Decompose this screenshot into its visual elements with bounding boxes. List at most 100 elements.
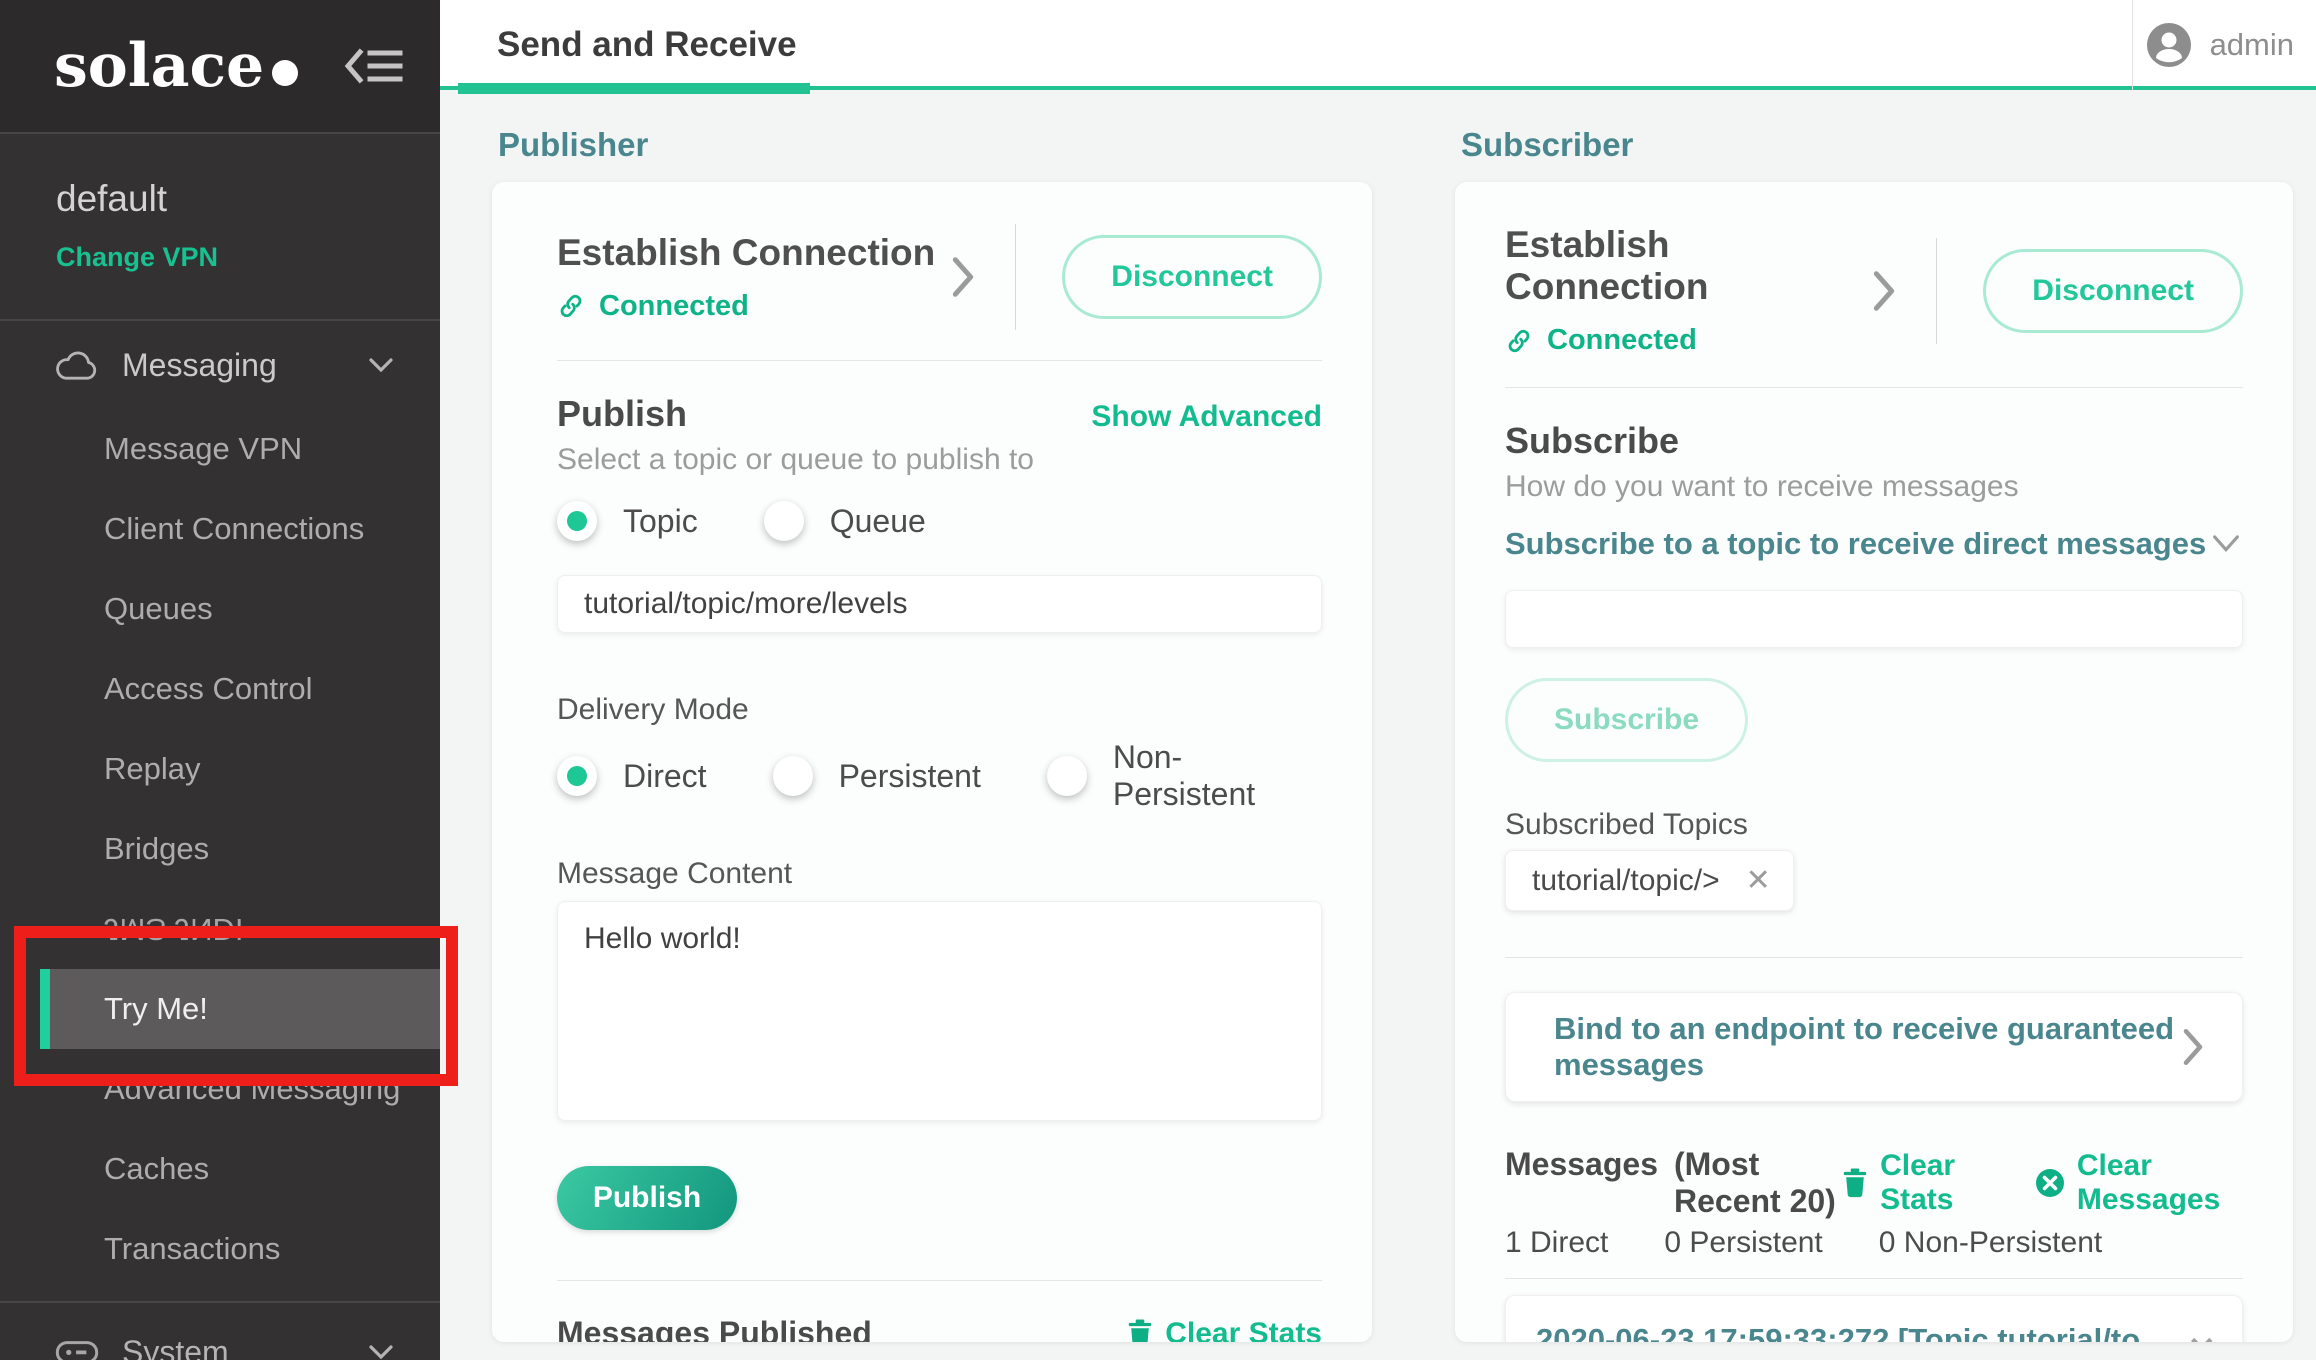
radio-label: Non-Persistent [1113, 739, 1322, 813]
clear-stats-label: Clear Stats [1165, 1317, 1322, 1343]
vpn-name: default [56, 178, 440, 220]
sidebar-item-jms-jndi[interactable]: JMS JNDI [0, 889, 440, 969]
publisher-connection-section: Establish Connection Connected [557, 182, 1322, 330]
user-menu[interactable]: admin [2146, 0, 2294, 90]
publisher-clear-stats-link[interactable]: Clear Stats [1127, 1317, 1322, 1343]
sidebar-section-messaging[interactable]: Messaging [0, 321, 440, 409]
subscriber-title: Subscriber [1461, 126, 2293, 162]
sidebar-item-queues[interactable]: Queues [0, 569, 440, 649]
subscriber-disconnect-button[interactable]: Disconnect [1983, 249, 2243, 333]
subscriber-panel: Subscriber Establish Connection Connecte… [1455, 126, 2293, 1342]
stat-non-persistent: 0 Non-Persistent [1879, 1226, 2102, 1260]
subscribe-type-dropdown[interactable]: Subscribe to a topic to receive direct m… [1505, 526, 2243, 562]
radio-direct[interactable]: Direct [557, 756, 707, 796]
radio-persistent[interactable]: Persistent [773, 756, 981, 796]
radio-button-icon[interactable] [773, 756, 813, 796]
radio-button-icon[interactable] [1047, 756, 1087, 796]
cloud-icon [54, 348, 100, 382]
sidebar-item-client-connections[interactable]: Client Connections [0, 489, 440, 569]
remove-topic-icon[interactable]: ✕ [1746, 863, 1771, 898]
publisher-stats-header: Messages Published Clear Stats [557, 1315, 1322, 1342]
publish-subtitle: Select a topic or queue to publish to [557, 443, 1322, 477]
sidebar-item-label: Client Connections [104, 511, 364, 547]
subscribe-topic-input[interactable] [1505, 590, 2243, 648]
logo-text: solace [54, 36, 264, 96]
header-divider [2132, 0, 2133, 90]
section-divider [557, 1280, 1322, 1281]
link-icon [1505, 327, 1533, 355]
sidebar-item-caches[interactable]: Caches [0, 1129, 440, 1209]
connection-status-label: Connected [599, 290, 749, 323]
collapse-sidebar-icon[interactable] [342, 44, 404, 88]
chevron-down-icon [366, 355, 396, 375]
publish-title: Publish [557, 393, 687, 435]
publisher-panel: Publisher Establish Connection Connected [492, 126, 1372, 1342]
sidebar-item-bridges[interactable]: Bridges [0, 809, 440, 889]
sidebar-section-system[interactable]: System [0, 1303, 440, 1360]
radio-button-icon[interactable] [764, 501, 804, 541]
chevron-right-icon[interactable] [1870, 268, 1898, 314]
messages-published-title: Messages Published [557, 1315, 872, 1342]
sidebar-system-block: System [0, 1301, 440, 1360]
clear-stats-label: Clear Stats [1880, 1149, 1993, 1217]
sidebar-item-transactions[interactable]: Transactions [0, 1209, 440, 1289]
messages-title: Messages (Most Recent 20) [1505, 1146, 1842, 1220]
publish-section-header: Publish Show Advanced [557, 393, 1322, 435]
radio-label: Direct [623, 758, 707, 795]
sidebar-item-label: Message VPN [104, 431, 302, 467]
subscribe-dropdown-label: Subscribe to a topic to receive direct m… [1505, 526, 2206, 562]
subscriber-connection-section: Establish Connection Connected [1505, 182, 2243, 357]
messages-title-text: Messages [1505, 1146, 1658, 1183]
user-name: admin [2210, 27, 2294, 63]
sidebar-item-label: Try Me! [104, 991, 208, 1027]
change-vpn-link[interactable]: Change VPN [56, 242, 440, 273]
connection-status: Connected [1505, 324, 1870, 357]
clear-messages-link[interactable]: Clear Messages [2035, 1149, 2243, 1217]
radio-label: Queue [830, 503, 926, 540]
delivery-mode-radio-group: Direct Persistent Non-Persistent [557, 739, 1322, 813]
establish-connection-title: Establish Connection [557, 232, 935, 274]
subscriber-card: Establish Connection Connected [1455, 182, 2293, 1342]
sidebar-item-label: Caches [104, 1151, 209, 1187]
radio-queue[interactable]: Queue [764, 501, 926, 541]
message-content-textarea[interactable]: Hello world! [557, 901, 1322, 1121]
chevron-right-icon [2180, 1026, 2206, 1068]
radio-non-persistent[interactable]: Non-Persistent [1047, 739, 1322, 813]
close-message-icon[interactable]: ✕ [2188, 1330, 2217, 1342]
stat-persistent: 0 Persistent [1664, 1226, 1822, 1260]
chevron-right-icon[interactable] [949, 254, 977, 300]
subscribe-button[interactable]: Subscribe [1505, 678, 1748, 762]
publish-topic-input[interactable] [557, 575, 1322, 633]
sidebar-item-try-me[interactable]: Try Me! [40, 969, 440, 1049]
radio-label: Persistent [839, 758, 981, 795]
radio-topic[interactable]: Topic [557, 501, 698, 541]
circle-x-icon [2035, 1168, 2065, 1198]
solace-logo: solace [54, 36, 298, 96]
sidebar-item-label: Replay [104, 751, 201, 787]
link-icon [557, 292, 585, 320]
trash-icon [1842, 1168, 1868, 1198]
sidebar-item-label: Bridges [104, 831, 209, 867]
radio-button-icon[interactable] [557, 501, 597, 541]
section-divider [1505, 1278, 2243, 1279]
subscribed-topics-label: Subscribed Topics [1505, 808, 2243, 844]
bind-endpoint-button[interactable]: Bind to an endpoint to receive guarantee… [1505, 992, 2243, 1102]
sidebar-item-replay[interactable]: Replay [0, 729, 440, 809]
delivery-mode-label: Delivery Mode [557, 693, 1322, 729]
radio-button-icon[interactable] [557, 756, 597, 796]
sidebar-item-access-control[interactable]: Access Control [0, 649, 440, 729]
sidebar-item-label: Advanced Messaging [104, 1071, 400, 1107]
sidebar-item-message-vpn[interactable]: Message VPN [0, 409, 440, 489]
subscriber-clear-stats-link[interactable]: Clear Stats [1842, 1149, 1993, 1217]
chevron-down-icon[interactable] [2209, 532, 2243, 556]
tab-send-and-receive[interactable]: Send and Receive [497, 0, 797, 90]
message-content-label: Message Content [557, 857, 1322, 893]
publisher-disconnect-button[interactable]: Disconnect [1062, 235, 1322, 319]
subscribe-title: Subscribe [1505, 420, 1679, 462]
show-advanced-link[interactable]: Show Advanced [1091, 400, 1322, 434]
messages-header: Messages (Most Recent 20) Clear Stats [1505, 1146, 2243, 1220]
bind-endpoint-label: Bind to an endpoint to receive guarantee… [1554, 1011, 2180, 1083]
publish-button[interactable]: Publish [557, 1166, 737, 1230]
sidebar-item-advanced-messaging[interactable]: Advanced Messaging [0, 1049, 440, 1129]
clear-messages-label: Clear Messages [2077, 1149, 2243, 1217]
